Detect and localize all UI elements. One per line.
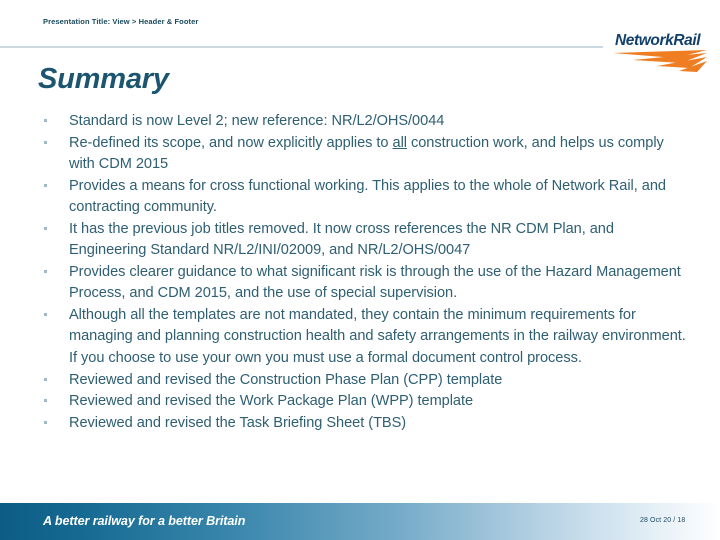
page-title: Summary bbox=[38, 63, 169, 95]
swoosh-icon bbox=[613, 50, 707, 72]
plain-text: It has the previous job titles removed. … bbox=[69, 220, 614, 259]
list-item: Provides a means for cross functional wo… bbox=[38, 176, 686, 219]
list-item: Although all the templates are not manda… bbox=[38, 305, 686, 369]
bullet-marker-icon bbox=[44, 421, 47, 425]
header-placeholder-text: Presentation Title: View > Header & Foot… bbox=[43, 17, 199, 26]
list-item: Provides clearer guidance to what signif… bbox=[38, 262, 686, 305]
list-item: Reviewed and revised the Task Briefing S… bbox=[38, 413, 686, 434]
slide-canvas: Presentation Title: View > Header & Foot… bbox=[0, 0, 720, 540]
bullet-marker-icon bbox=[44, 313, 47, 317]
footer-tagline: A better railway for a better Britain bbox=[43, 514, 246, 528]
footer-bar: A better railway for a better Britain 28… bbox=[0, 503, 720, 540]
footer-date-and-slide-number: 28 Oct 20 / 18 bbox=[640, 517, 686, 524]
list-item-label: Reviewed and revised the Task Briefing S… bbox=[69, 415, 406, 431]
list-item-label: Re-defined its scope, and now explicitly… bbox=[69, 135, 664, 172]
list-item-label: Although all the templates are not manda… bbox=[69, 307, 686, 366]
bullet-marker-icon bbox=[44, 119, 47, 122]
bullet-marker-icon bbox=[44, 377, 47, 381]
plain-text: Although all the templates are not manda… bbox=[69, 307, 686, 366]
list-item: Re-defined its scope, and now explicitly… bbox=[38, 133, 686, 176]
list-item-label: It has the previous job titles removed. … bbox=[69, 221, 614, 258]
bullet-marker-icon bbox=[44, 226, 47, 230]
list-item: Reviewed and revised the Construction Ph… bbox=[38, 370, 686, 391]
list-item-label: Provides a means for cross functional wo… bbox=[69, 178, 666, 215]
plain-text: Reviewed and revised the Construction Ph… bbox=[69, 371, 503, 388]
header-divider bbox=[0, 46, 603, 48]
emphasised-text: all bbox=[392, 134, 408, 151]
plain-text: Standard is now Level 2; new reference: … bbox=[69, 113, 445, 129]
plain-text: Provides clearer guidance to what signif… bbox=[69, 264, 681, 302]
bullet-marker-icon bbox=[44, 183, 47, 187]
plain-text: Reviewed and revised the Task Briefing S… bbox=[69, 415, 407, 432]
bullet-marker-icon bbox=[44, 270, 47, 274]
list-item-label: Provides clearer guidance to what signif… bbox=[69, 264, 681, 301]
list-item: Standard is now Level 2; new reference: … bbox=[38, 111, 686, 132]
network-rail-logo: NetworkRail bbox=[613, 32, 709, 72]
list-item-label: Standard is now Level 2; new reference: … bbox=[69, 113, 444, 129]
summary-bullet-list: Standard is now Level 2; new reference: … bbox=[38, 111, 686, 435]
list-item-label: Reviewed and revised the Construction Ph… bbox=[69, 372, 502, 388]
list-item: Reviewed and revised the Work Package Pl… bbox=[38, 391, 686, 412]
list-item-label: Reviewed and revised the Work Package Pl… bbox=[69, 393, 473, 409]
list-item: It has the previous job titles removed. … bbox=[38, 219, 686, 262]
plain-text: Re-defined its scope, and now explicitly… bbox=[69, 134, 393, 151]
bullet-marker-icon bbox=[44, 140, 47, 144]
bullet-marker-icon bbox=[44, 399, 47, 403]
plain-text: Reviewed and revised the Work Package Pl… bbox=[69, 393, 474, 410]
plain-text: Provides a means for cross functional wo… bbox=[69, 177, 666, 216]
logo-wordmark-text: NetworkRail bbox=[615, 32, 701, 49]
